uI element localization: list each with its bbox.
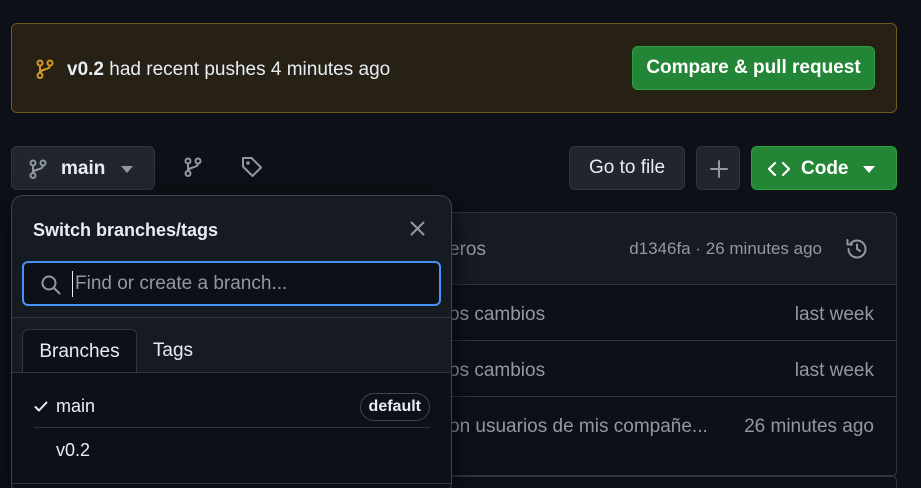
latest-commit-meta[interactable]: d1346fa · 26 minutes ago	[629, 239, 822, 259]
commit-time: 26 minutes ago	[744, 416, 874, 437]
branches-count-icon[interactable]	[184, 157, 202, 177]
code-label: Code	[801, 158, 849, 179]
git-branch-icon	[36, 59, 54, 79]
default-badge: default	[359, 393, 430, 421]
history-icon[interactable]	[845, 237, 869, 261]
commit-message[interactable]: os cambios	[449, 304, 545, 326]
search-icon	[41, 275, 61, 295]
tab-branches[interactable]: Branches	[22, 329, 137, 373]
branch-search-input[interactable]	[72, 271, 412, 297]
chevron-down-icon	[863, 166, 875, 173]
recent-pushes-banner: v0.2 had recent pushes 4 minutes ago Com…	[11, 23, 897, 113]
branch-selector-button[interactable]: main	[11, 146, 155, 190]
check-icon	[34, 401, 48, 412]
plus-icon	[709, 159, 729, 179]
git-branch-icon	[29, 159, 47, 179]
compare-pull-request-button[interactable]: Compare & pull request	[632, 46, 875, 90]
commit-time: last week	[794, 360, 874, 381]
banner-message-text: had recent pushes 4 minutes ago	[109, 59, 391, 80]
go-to-file-button[interactable]: Go to file	[569, 146, 685, 190]
branch-item-main[interactable]: main default	[34, 385, 430, 429]
branch-name: v0.2	[56, 440, 91, 460]
chevron-down-icon	[121, 166, 133, 173]
branch-name: main	[56, 396, 96, 416]
tag-icon[interactable]	[241, 156, 263, 178]
tab-tags[interactable]: Tags	[138, 329, 208, 373]
code-button[interactable]: Code	[751, 146, 897, 190]
code-icon	[768, 159, 790, 179]
banner-branch-name[interactable]: v0.2	[67, 59, 104, 80]
commit-message[interactable]: os cambios	[449, 360, 545, 382]
branch-search-field[interactable]	[22, 261, 441, 306]
divider	[34, 427, 430, 428]
branch-item-v0-2[interactable]: v0.2	[34, 429, 430, 473]
commit-time: last week	[794, 304, 874, 325]
banner-message: v0.2 had recent pushes 4 minutes ago	[67, 59, 390, 81]
latest-commit-message[interactable]: eros	[449, 239, 486, 261]
divider	[12, 317, 451, 318]
add-file-button[interactable]	[696, 146, 740, 190]
divider	[12, 483, 451, 484]
dropdown-title: Switch branches/tags	[33, 220, 219, 240]
close-icon[interactable]	[410, 221, 425, 236]
commit-message[interactable]: on usuarios de mis compañe...	[449, 416, 708, 438]
current-branch-label: main	[61, 158, 106, 179]
branch-dropdown: Switch branches/tags Branches Tags main …	[11, 195, 452, 488]
